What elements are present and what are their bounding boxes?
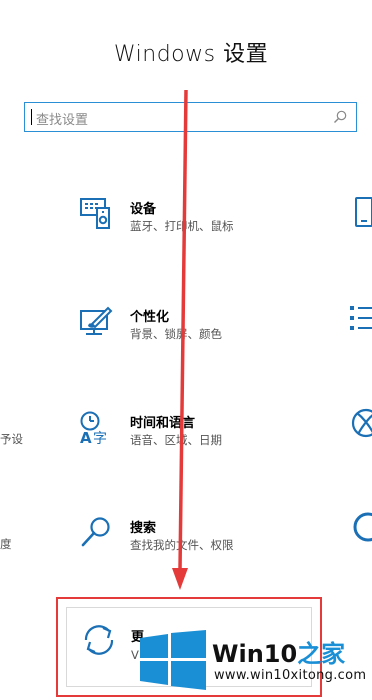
settings-item-description: 查找我的文件、权限 [130,538,234,552]
settings-item-label: 时间和语言 [130,416,196,431]
devices-icon [80,198,110,229]
settings-item-description: 背景、锁屏、颜色 [130,327,222,341]
watermark: Win10之家 www.win10xitong.com [140,630,372,700]
ease-of-access-icon[interactable] [350,510,372,544]
search-icon[interactable] [333,110,347,124]
text-caret [31,109,32,125]
time-language-icon: A 字 [80,411,107,446]
settings-item-description: 语音、区域、日期 [130,433,222,447]
search-placeholder: 查找设置 [36,113,89,128]
settings-item-label: 个性化 [130,310,170,325]
settings-item-description: 蓝牙、打印机、鼠标 [130,219,234,233]
watermark-brand-suffix: 之家 [297,640,346,668]
svg-text:字: 字 [93,431,107,446]
svg-text:A: A [80,429,92,446]
page-title: Windows 设置 [113,42,269,67]
settings-item-label: 搜索 [130,521,157,536]
search-input[interactable]: 查找设置 [24,102,357,132]
settings-item-search[interactable]: 搜索 查找我的文件、权限 [78,515,338,575]
xbox-icon[interactable] [350,404,372,438]
settings-item-time-language[interactable]: A 字 时间和语言 语音、区域、日期 [78,410,338,470]
left-partial-description: 度 [0,537,12,551]
watermark-brand-prefix: Win10 [212,640,298,668]
windows-logo-icon [140,630,206,690]
left-partial-description: 予设 [0,432,23,446]
settings-item-devices[interactable]: 设备 蓝牙、打印机、鼠标 [78,196,338,256]
personalization-icon [80,306,113,335]
apps-list-icon[interactable] [350,304,372,338]
settings-item-label: 设备 [130,202,157,217]
watermark-brand: Win10之家 [212,634,345,669]
watermark-url: www.win10xitong.com [214,668,367,683]
phone-icon[interactable] [350,196,372,230]
settings-item-personalization[interactable]: 个性化 背景、锁屏、颜色 [78,304,338,364]
search-category-icon [81,517,110,547]
settings-item-description: V [131,648,139,662]
update-sync-icon [84,625,114,655]
